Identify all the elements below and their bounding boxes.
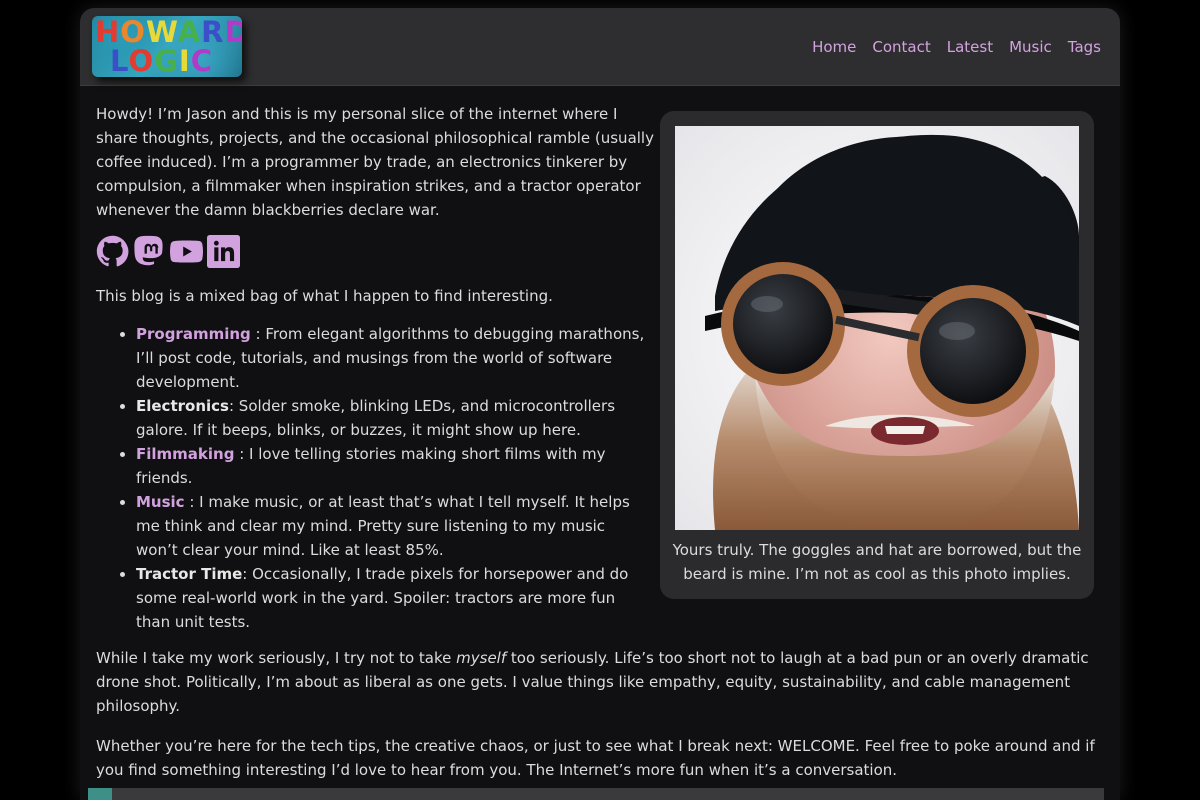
section-accent	[88, 788, 112, 800]
blog-intro: This blog is a mixed bag of what I happe…	[96, 287, 553, 305]
topic-tractor-title: Tractor Time	[136, 565, 243, 583]
topic-programming-link[interactable]: Programming	[136, 325, 251, 343]
site-header: HOWARD LOGIC Home Contact Latest Music T…	[80, 8, 1120, 86]
nav-music[interactable]: Music	[1009, 37, 1052, 57]
linkedin-icon[interactable]	[207, 235, 240, 268]
philosophy-paragraph: While I take my work seriously, I try no…	[96, 646, 1106, 718]
topic-description: I make music, or at least that’s what I …	[136, 493, 630, 559]
topic-electronics-title: Electronics	[136, 397, 229, 415]
logo-line-1: HOWARD	[95, 16, 242, 49]
topic-separator: :	[228, 397, 239, 415]
emphasis-text: myself	[456, 649, 507, 667]
list-item: Electronics: Solder smoke, blinking LEDs…	[136, 394, 651, 442]
topic-music-link[interactable]: Music	[136, 493, 185, 511]
paragraph-text: While I take my work seriously, I try no…	[96, 649, 457, 667]
topic-separator: :	[242, 565, 253, 583]
page-container: HOWARD LOGIC Home Contact Latest Music T…	[80, 8, 1120, 800]
nav-home[interactable]: Home	[812, 37, 856, 57]
welcome-paragraph: Whether you’re here for the tech tips, t…	[96, 737, 1095, 779]
nav-tags[interactable]: Tags	[1068, 37, 1101, 57]
topic-separator: :	[234, 445, 250, 463]
site-logo[interactable]: HOWARD LOGIC	[92, 16, 242, 77]
topic-filmmaking-link[interactable]: Filmmaking	[136, 445, 234, 463]
topic-separator: :	[184, 493, 200, 511]
github-icon[interactable]	[96, 235, 129, 268]
nav-contact[interactable]: Contact	[872, 37, 930, 57]
list-item: Tractor Time: Occasionally, I trade pixe…	[136, 562, 651, 634]
profile-photo	[675, 126, 1079, 530]
topic-separator: :	[250, 325, 266, 343]
mastodon-icon[interactable]	[133, 235, 166, 268]
list-item: Filmmaking : I love telling stories maki…	[136, 442, 651, 490]
photo-caption: Yours truly. The goggles and hat are bor…	[672, 541, 1082, 583]
nav-latest[interactable]: Latest	[947, 37, 993, 57]
portrait-image	[675, 126, 1079, 530]
list-item: Music : I make music, or at least that’s…	[136, 490, 651, 562]
youtube-icon[interactable]	[170, 235, 203, 268]
main-nav: Home Contact Latest Music Tags	[812, 37, 1101, 57]
list-item: Programming : From elegant algorithms to…	[136, 322, 651, 394]
intro-paragraph: Howdy! I’m Jason and this is my personal…	[96, 105, 654, 219]
next-section-bar	[88, 788, 1104, 800]
profile-figure: Yours truly. The goggles and hat are bor…	[660, 111, 1094, 599]
logo-line-2: LOGIC	[110, 44, 214, 77]
topics-list: Programming : From elegant algorithms to…	[96, 322, 651, 634]
